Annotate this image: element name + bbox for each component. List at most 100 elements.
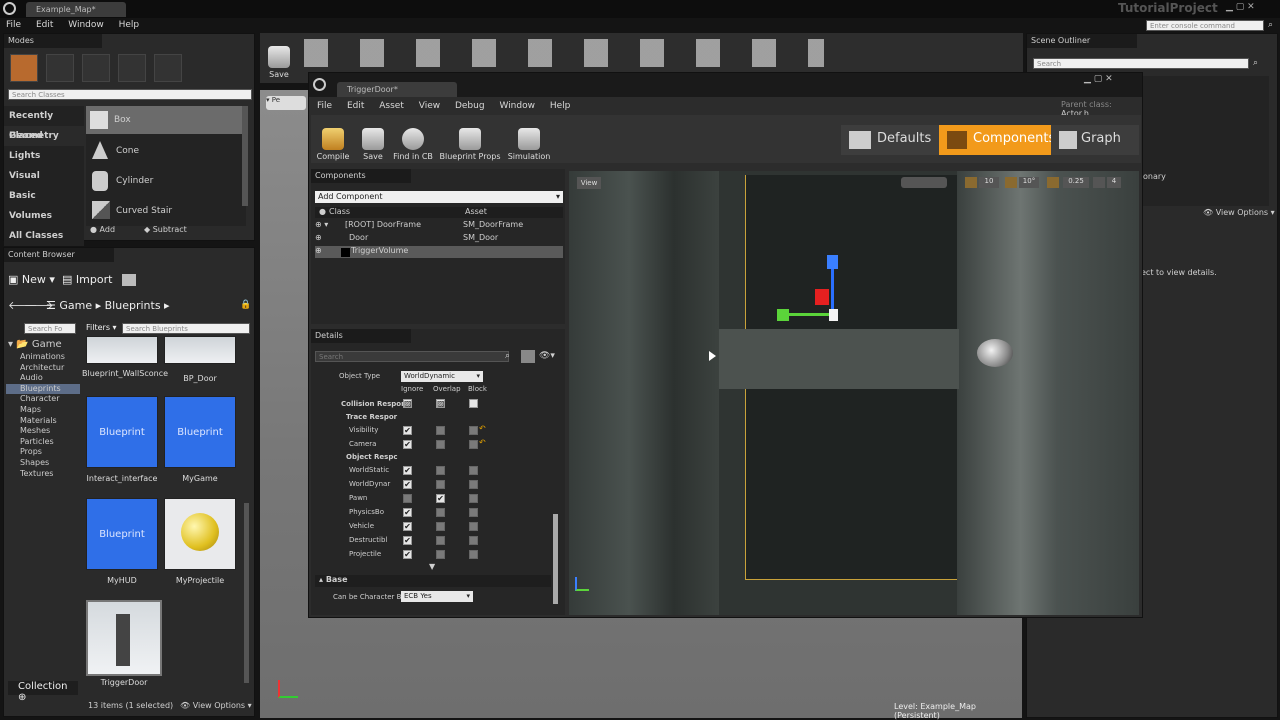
category-geometry[interactable]: Geometry <box>4 126 84 146</box>
mode-components[interactable]: Components <box>939 125 1055 155</box>
chk-camera-overlap[interactable] <box>436 440 445 449</box>
chk-worldstatic-block[interactable] <box>469 466 478 475</box>
chk-destructible-overlap[interactable] <box>436 536 445 545</box>
chk-worldstatic-overlap[interactable] <box>436 466 445 475</box>
folder-maps[interactable]: Maps <box>6 405 80 416</box>
asset-scrollbar[interactable] <box>244 503 249 683</box>
console-input[interactable]: Enter console command <box>1146 20 1264 31</box>
content-browser-tab[interactable]: Content Browser <box>4 248 114 262</box>
view-button[interactable]: View <box>577 177 601 189</box>
bp-menu-asset[interactable]: Asset <box>379 101 404 111</box>
outliner-view-options[interactable]: 👁 View Options ▾ <box>1203 208 1275 217</box>
mode-place-icon[interactable] <box>10 54 38 82</box>
collision-ignore-all[interactable]: ▨ <box>403 399 412 408</box>
mode-geometry-icon[interactable] <box>154 54 182 82</box>
bp-menu-help[interactable]: Help <box>550 101 571 111</box>
collections-toggle[interactable]: Collection ⊕ <box>8 681 78 703</box>
col-asset[interactable]: Asset <box>465 207 487 216</box>
bp-viewport[interactable]: View 10 10° 0.25 4 <box>569 171 1139 615</box>
trigger-volume-box[interactable] <box>719 329 959 389</box>
grid-snap-value[interactable]: 10 <box>979 177 999 188</box>
chk-worlddynamic-ignore[interactable]: ✔ <box>403 480 412 489</box>
bp-menu-debug[interactable]: Debug <box>455 101 485 111</box>
folder-game[interactable]: ▾ 📂 Game <box>6 339 80 352</box>
components-tab[interactable]: Components <box>311 169 411 183</box>
collision-overlap-all[interactable]: ▨ <box>436 399 445 408</box>
menu-edit[interactable]: Edit <box>36 20 53 30</box>
bp-menu-edit[interactable]: Edit <box>347 101 364 111</box>
gizmo-center[interactable] <box>815 289 829 305</box>
chk-camera-ignore[interactable]: ✔ <box>403 440 412 449</box>
save-all-icon[interactable] <box>122 274 136 286</box>
folder-meshes[interactable]: Meshes <box>6 426 80 437</box>
chk-vehicle-ignore[interactable]: ✔ <box>403 522 412 531</box>
reset-arrow-icon[interactable]: ↶ <box>479 438 486 447</box>
object-type-dropdown[interactable]: WorldDynamic ▾ <box>401 371 483 382</box>
details-search-input[interactable]: Search <box>315 351 509 362</box>
simulation-button[interactable]: Simulation <box>507 117 551 161</box>
filters-button[interactable]: Filters ▾ <box>86 323 117 332</box>
scale-snap-value[interactable]: 0.25 <box>1063 177 1089 188</box>
add-radio[interactable]: ● Add <box>90 225 115 234</box>
bp-menu-view[interactable]: View <box>419 101 440 111</box>
asset-search-input[interactable]: Search Blueprints <box>122 323 250 334</box>
list-item-curved-stair[interactable]: Curved Stair <box>86 197 242 225</box>
door-knob-icon[interactable] <box>977 339 1013 367</box>
chk-projectile-ignore[interactable]: ✔ <box>403 550 412 559</box>
bp-doc-tab[interactable]: TriggerDoor* <box>337 82 457 97</box>
chk-visibility-block[interactable] <box>469 426 478 435</box>
mode-paint-icon[interactable] <box>46 54 74 82</box>
chk-pawn-ignore[interactable] <box>403 494 412 503</box>
mode-landscape-icon[interactable] <box>82 54 110 82</box>
asset-thumb-triggerdoor[interactable] <box>86 600 162 676</box>
menu-help[interactable]: Help <box>119 20 140 30</box>
chk-worlddynamic-overlap[interactable] <box>436 480 445 489</box>
chk-physicsbody-ignore[interactable]: ✔ <box>403 508 412 517</box>
rotation-snap-icon[interactable] <box>1005 177 1017 188</box>
chk-projectile-overlap[interactable] <box>436 550 445 559</box>
category-visual[interactable]: Visual <box>4 166 84 186</box>
chk-destructible-ignore[interactable]: ✔ <box>403 536 412 545</box>
chk-worlddynamic-block[interactable] <box>469 480 478 489</box>
menu-file[interactable]: File <box>6 20 21 30</box>
asset-thumb-wallsconce[interactable] <box>86 336 158 364</box>
reset-arrow-icon[interactable]: ↶ <box>479 424 486 433</box>
details-tab[interactable]: Details <box>311 329 411 343</box>
mode-defaults[interactable]: Defaults <box>841 125 939 155</box>
collision-block-all[interactable] <box>469 399 478 408</box>
chk-visibility-ignore[interactable]: ✔ <box>403 426 412 435</box>
list-item-box[interactable]: Box <box>86 106 242 134</box>
rotation-snap-value[interactable]: 10° <box>1019 177 1039 188</box>
grid-snap-icon[interactable] <box>965 177 977 188</box>
cb-view-options[interactable]: 👁 View Options ▾ <box>180 701 252 710</box>
component-row-door[interactable]: ⊕ Door SM_Door <box>315 233 563 245</box>
folder-audio[interactable]: Audio <box>6 373 80 384</box>
folder-textures[interactable]: Textures <box>6 469 80 480</box>
expand-arrow-icon[interactable]: ▼ <box>429 562 435 571</box>
component-row-doorframe[interactable]: ⊕ ▾ [ROOT] DoorFrame SM_DoorFrame <box>315 220 563 232</box>
chk-destructible-block[interactable] <box>469 536 478 545</box>
folder-props[interactable]: Props <box>6 447 80 458</box>
asset-thumb-bp-door[interactable] <box>164 336 236 364</box>
outliner-search-icon[interactable]: ⌕ <box>1253 58 1258 68</box>
can-be-character-dropdown[interactable]: ECB Yes ▾ <box>401 591 473 602</box>
import-button[interactable]: ▤ Import <box>62 273 112 286</box>
details-scrollbar[interactable] <box>553 514 558 604</box>
chk-camera-block[interactable] <box>469 440 478 449</box>
details-search-icon[interactable]: ⌕ <box>505 351 510 361</box>
breadcrumb-game[interactable]: Game <box>59 299 92 312</box>
subtract-radio[interactable]: ◆ Subtract <box>144 225 187 234</box>
folder-materials[interactable]: Materials <box>6 416 80 427</box>
transform-icons[interactable] <box>901 177 947 188</box>
asset-thumb-myprojectile[interactable] <box>164 498 236 570</box>
level-tab[interactable]: Example_Map* <box>26 2 126 17</box>
folder-animations[interactable]: Animations <box>6 352 80 363</box>
asset-thumb-mygame[interactable]: Blueprint <box>164 396 236 468</box>
save-button[interactable]: Save <box>264 37 294 79</box>
bp-save-button[interactable]: Save <box>355 117 391 161</box>
chk-physicsbody-block[interactable] <box>469 508 478 517</box>
mode-foliage-icon[interactable] <box>118 54 146 82</box>
chk-visibility-overlap[interactable] <box>436 426 445 435</box>
asset-thumb-interact[interactable]: Blueprint <box>86 396 158 468</box>
col-class[interactable]: Class <box>329 207 350 216</box>
